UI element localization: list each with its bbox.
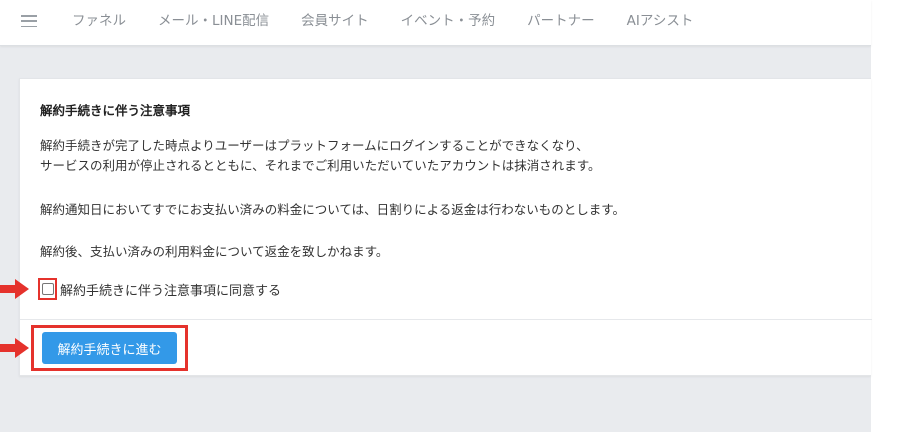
notice-paragraph-1: 解約手続きが完了した時点よりユーザーはプラットフォームにログインすることができな…: [40, 138, 589, 153]
agree-checkbox[interactable]: [41, 283, 54, 295]
hamburger-menu-icon[interactable]: [20, 12, 38, 30]
nav-item-partner[interactable]: パートナー: [527, 9, 595, 29]
nav-item-event-booking[interactable]: イベント・予約: [401, 9, 496, 29]
red-arrow-icon: [0, 279, 29, 299]
cancellation-notice-card: 解約手続きに伴う注意事項 解約手続きが完了した時点よりユーザーはプラットフォーム…: [19, 78, 872, 376]
proceed-cancellation-button[interactable]: 解約手続きに進む: [42, 332, 177, 364]
nav-item-member-site[interactable]: 会員サイト: [301, 9, 369, 29]
main-nav: ファネル メール・LINE配信 会員サイト イベント・予約 パートナー AIアシ…: [72, 0, 725, 38]
notice-title: 解約手続きに伴う注意事項: [40, 103, 191, 118]
notice-paragraph-2: サービスの利用が停止されるとともに、それまでご利用いただいていたアカウントは抹消…: [40, 158, 601, 173]
right-margin: [871, 0, 898, 432]
checkbox-highlight: [38, 278, 57, 300]
nav-item-mail-line[interactable]: メール・LINE配信: [158, 9, 269, 29]
notice-paragraph-4: 解約後、支払い済みの利用料金について返金を致しかねます。: [40, 244, 389, 259]
card-divider: [20, 319, 872, 320]
agree-checkbox-label[interactable]: 解約手続きに伴う注意事項に同意する: [60, 280, 281, 299]
nav-item-ai-assist[interactable]: AIアシスト: [627, 9, 694, 29]
nav-item-funnel[interactable]: ファネル: [72, 9, 126, 29]
notice-paragraph-3: 解約通知日においてすでにお支払い済みの料金については、日割りによる返金は行わない…: [40, 202, 626, 217]
agree-checkbox-row[interactable]: 解約手続きに伴う注意事項に同意する: [38, 278, 281, 300]
red-arrow-icon: [0, 338, 29, 358]
top-navigation-bar: ファネル メール・LINE配信 会員サイト イベント・予約 パートナー AIアシ…: [0, 0, 871, 46]
button-highlight: 解約手続きに進む: [31, 325, 188, 371]
